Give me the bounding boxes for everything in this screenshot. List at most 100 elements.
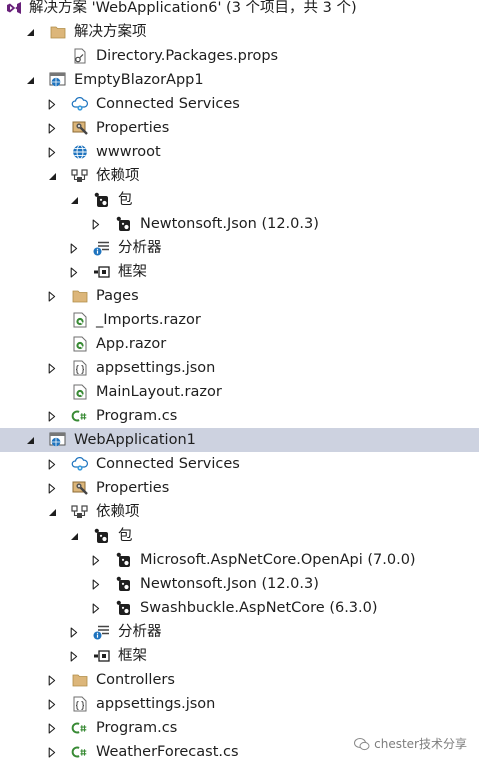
- folder-icon: [49, 24, 67, 40]
- expand-arrow-icon[interactable]: [46, 164, 58, 188]
- tree-item[interactable]: Microsoft.AspNetCore.OpenApi (7.0.0): [0, 548, 479, 572]
- package-icon: [93, 528, 111, 544]
- tree-item[interactable]: Swashbuckle.AspNetCore (6.3.0): [0, 596, 479, 620]
- tree-item-label: 包: [118, 192, 133, 208]
- tree-item[interactable]: MainLayout.razor: [0, 380, 479, 404]
- tree-item[interactable]: Properties: [0, 116, 479, 140]
- tree-item[interactable]: 框架: [0, 260, 479, 284]
- analyzer-icon: [93, 240, 111, 256]
- collapse-arrow-icon[interactable]: [90, 548, 102, 572]
- tree-item-label: EmptyBlazorApp1: [74, 72, 204, 88]
- tree-item[interactable]: 依赖项: [0, 164, 479, 188]
- tree-item-label: 框架: [118, 648, 147, 664]
- tree-item-label: Directory.Packages.props: [96, 48, 279, 64]
- tree-item[interactable]: 依赖项: [0, 500, 479, 524]
- tree-item[interactable]: appsettings.json: [0, 356, 479, 380]
- expand-arrow-icon[interactable]: [46, 500, 58, 524]
- framework-icon: [93, 264, 111, 280]
- collapse-arrow-icon[interactable]: [46, 476, 58, 500]
- tree-item[interactable]: Connected Services: [0, 92, 479, 116]
- solution-icon: [5, 0, 23, 16]
- connected-services-icon: [71, 96, 89, 112]
- tree-item[interactable]: Pages: [0, 284, 479, 308]
- tree-item[interactable]: Controllers: [0, 668, 479, 692]
- collapse-arrow-icon[interactable]: [46, 284, 58, 308]
- collapse-arrow-icon[interactable]: [46, 668, 58, 692]
- tree-item-label: App.razor: [96, 336, 167, 352]
- collapse-arrow-icon[interactable]: [46, 356, 58, 380]
- tree-item[interactable]: 解决方案 'WebApplication6' (3 个项目，共 3 个): [0, 0, 479, 20]
- tree-item[interactable]: Program.cs: [0, 404, 479, 428]
- tree-item[interactable]: App.razor: [0, 332, 479, 356]
- tree-item-label: appsettings.json: [96, 360, 216, 376]
- collapse-arrow-icon[interactable]: [46, 140, 58, 164]
- tree-item-label: Microsoft.AspNetCore.OpenApi (7.0.0): [140, 552, 416, 568]
- collapse-arrow-icon[interactable]: [68, 260, 80, 284]
- collapse-arrow-icon[interactable]: [46, 92, 58, 116]
- tree-item[interactable]: Directory.Packages.props: [0, 44, 479, 68]
- tree-item[interactable]: Newtonsoft.Json (12.0.3): [0, 572, 479, 596]
- expand-arrow-icon[interactable]: [24, 428, 36, 452]
- properties-icon: [71, 480, 89, 496]
- tree-item[interactable]: Properties: [0, 476, 479, 500]
- expand-arrow-icon[interactable]: [68, 524, 80, 548]
- expand-arrow-icon[interactable]: [24, 20, 36, 44]
- tree-item-label: 包: [118, 528, 133, 544]
- tree-item-label: Pages: [96, 288, 139, 304]
- tree-item-label: Program.cs: [96, 408, 178, 424]
- collapse-arrow-icon[interactable]: [46, 692, 58, 716]
- globe-icon: [71, 144, 89, 160]
- tree-item-label: _Imports.razor: [96, 312, 201, 328]
- tree-item[interactable]: WebApplication1: [0, 428, 479, 452]
- expand-arrow-icon[interactable]: [24, 68, 36, 92]
- tree-item[interactable]: 分析器: [0, 620, 479, 644]
- collapse-arrow-icon[interactable]: [46, 452, 58, 476]
- tree-item[interactable]: EmptyBlazorApp1: [0, 68, 479, 92]
- csharp-file-icon: [71, 744, 89, 760]
- collapse-arrow-icon[interactable]: [90, 572, 102, 596]
- tree-item-label: WebApplication1: [74, 432, 196, 448]
- folder-icon: [71, 672, 89, 688]
- package-icon: [93, 192, 111, 208]
- tree-item-label: 分析器: [118, 240, 162, 256]
- collapse-arrow-icon[interactable]: [46, 740, 58, 764]
- collapse-arrow-icon[interactable]: [68, 620, 80, 644]
- dependencies-icon: [71, 168, 89, 184]
- collapse-arrow-icon[interactable]: [68, 236, 80, 260]
- tree-item[interactable]: appsettings.json: [0, 692, 479, 716]
- collapse-arrow-icon[interactable]: [46, 716, 58, 740]
- tree-item-label: Newtonsoft.Json (12.0.3): [140, 216, 319, 232]
- csharp-file-icon: [71, 720, 89, 736]
- tree-item[interactable]: wwwroot: [0, 140, 479, 164]
- tree-item[interactable]: 框架: [0, 644, 479, 668]
- tree-item[interactable]: Connected Services: [0, 452, 479, 476]
- tree-item[interactable]: 包: [0, 524, 479, 548]
- analyzer-icon: [93, 624, 111, 640]
- tree-item-label: Connected Services: [96, 456, 240, 472]
- expand-arrow-icon[interactable]: [68, 188, 80, 212]
- package-icon: [115, 216, 133, 232]
- tree-item-label: MainLayout.razor: [96, 384, 222, 400]
- tree-item[interactable]: 分析器: [0, 236, 479, 260]
- tree-item[interactable]: _Imports.razor: [0, 308, 479, 332]
- collapse-arrow-icon[interactable]: [46, 404, 58, 428]
- tree-item-label: 解决方案项: [74, 24, 147, 40]
- tree-item-label: Properties: [96, 480, 170, 496]
- tree-item-label: 解决方案 'WebApplication6' (3 个项目，共 3 个): [29, 0, 357, 16]
- dependencies-icon: [71, 504, 89, 520]
- collapse-arrow-icon[interactable]: [90, 596, 102, 620]
- tree-item-label: WeatherForecast.cs: [96, 744, 239, 760]
- tree-item-label: Properties: [96, 120, 170, 136]
- properties-icon: [71, 120, 89, 136]
- tree-item-label: 依赖项: [96, 504, 140, 520]
- tree-item[interactable]: Newtonsoft.Json (12.0.3): [0, 212, 479, 236]
- collapse-arrow-icon[interactable]: [90, 212, 102, 236]
- tree-item[interactable]: 包: [0, 188, 479, 212]
- collapse-arrow-icon[interactable]: [68, 644, 80, 668]
- wechat-icon: [354, 737, 370, 750]
- tree-item[interactable]: 解决方案项: [0, 20, 479, 44]
- csharp-file-icon: [71, 408, 89, 424]
- connected-services-icon: [71, 456, 89, 472]
- collapse-arrow-icon[interactable]: [46, 116, 58, 140]
- web-project-icon: [49, 72, 67, 88]
